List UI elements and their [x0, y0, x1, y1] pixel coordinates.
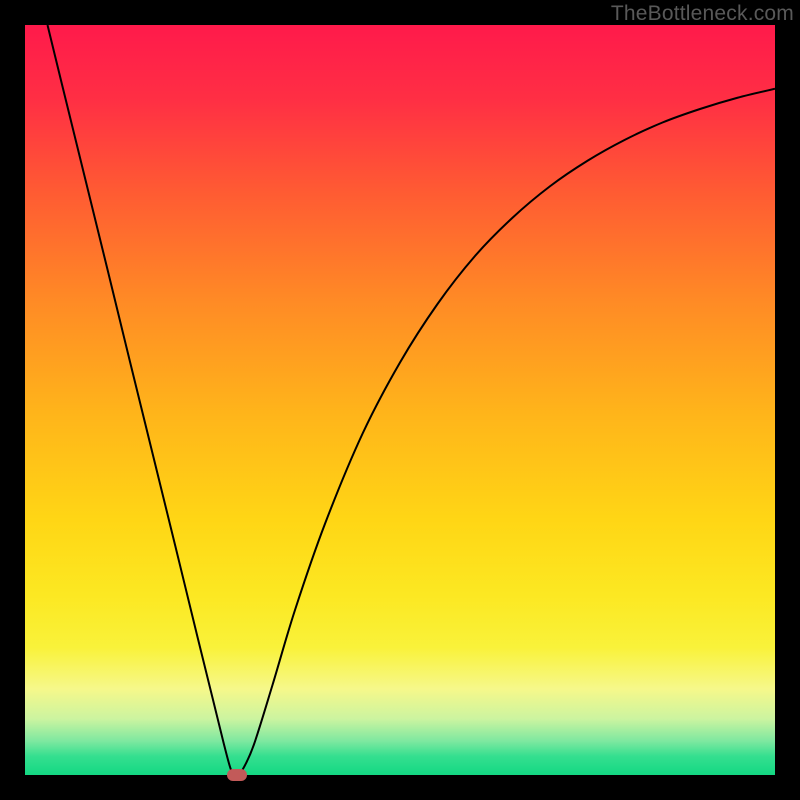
watermark-text: TheBottleneck.com [611, 2, 794, 26]
chart-background [25, 25, 775, 775]
chart-frame [25, 25, 775, 775]
optimal-point-marker [227, 769, 247, 781]
bottleneck-chart [25, 25, 775, 775]
